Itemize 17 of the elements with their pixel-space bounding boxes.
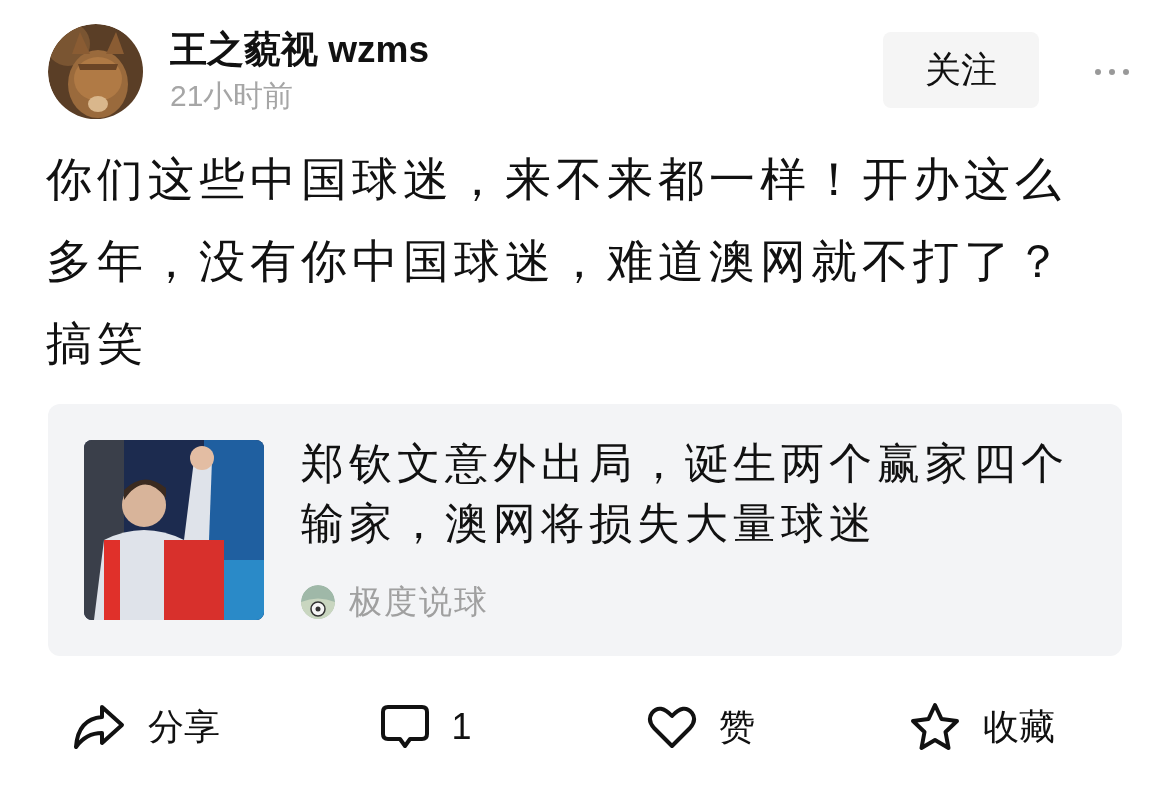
follow-button[interactable]: 关注 <box>883 32 1039 108</box>
comment-icon <box>379 704 430 750</box>
more-icon[interactable] <box>1094 68 1130 76</box>
author-name[interactable]: 王之藐视 wzms <box>170 26 430 74</box>
share-button[interactable]: 分享 <box>72 700 220 754</box>
favorite-button[interactable]: 收藏 <box>908 700 1055 754</box>
share-icon <box>72 703 126 751</box>
article-source: 极度说球 <box>349 582 489 623</box>
linked-article-card[interactable]: 郑钦文意外出局，诞生两个赢家四个输家，澳网将损失大量球迷 极度说球 <box>48 404 1122 656</box>
like-button[interactable]: 赞 <box>647 700 755 754</box>
source-logo-icon <box>301 585 335 619</box>
star-icon <box>908 702 961 752</box>
comment-button[interactable]: 1 <box>379 700 472 754</box>
article-title: 郑钦文意外出局，诞生两个赢家四个输家，澳网将损失大量球迷 <box>301 438 1070 550</box>
post-text: 你们这些中国球迷，来不来都一样！开办这么多年，没有你中国球迷，难道澳网就不打了？搞笑 <box>46 152 1067 371</box>
heart-icon <box>647 704 697 750</box>
post-time: 21小时前 <box>170 78 294 114</box>
